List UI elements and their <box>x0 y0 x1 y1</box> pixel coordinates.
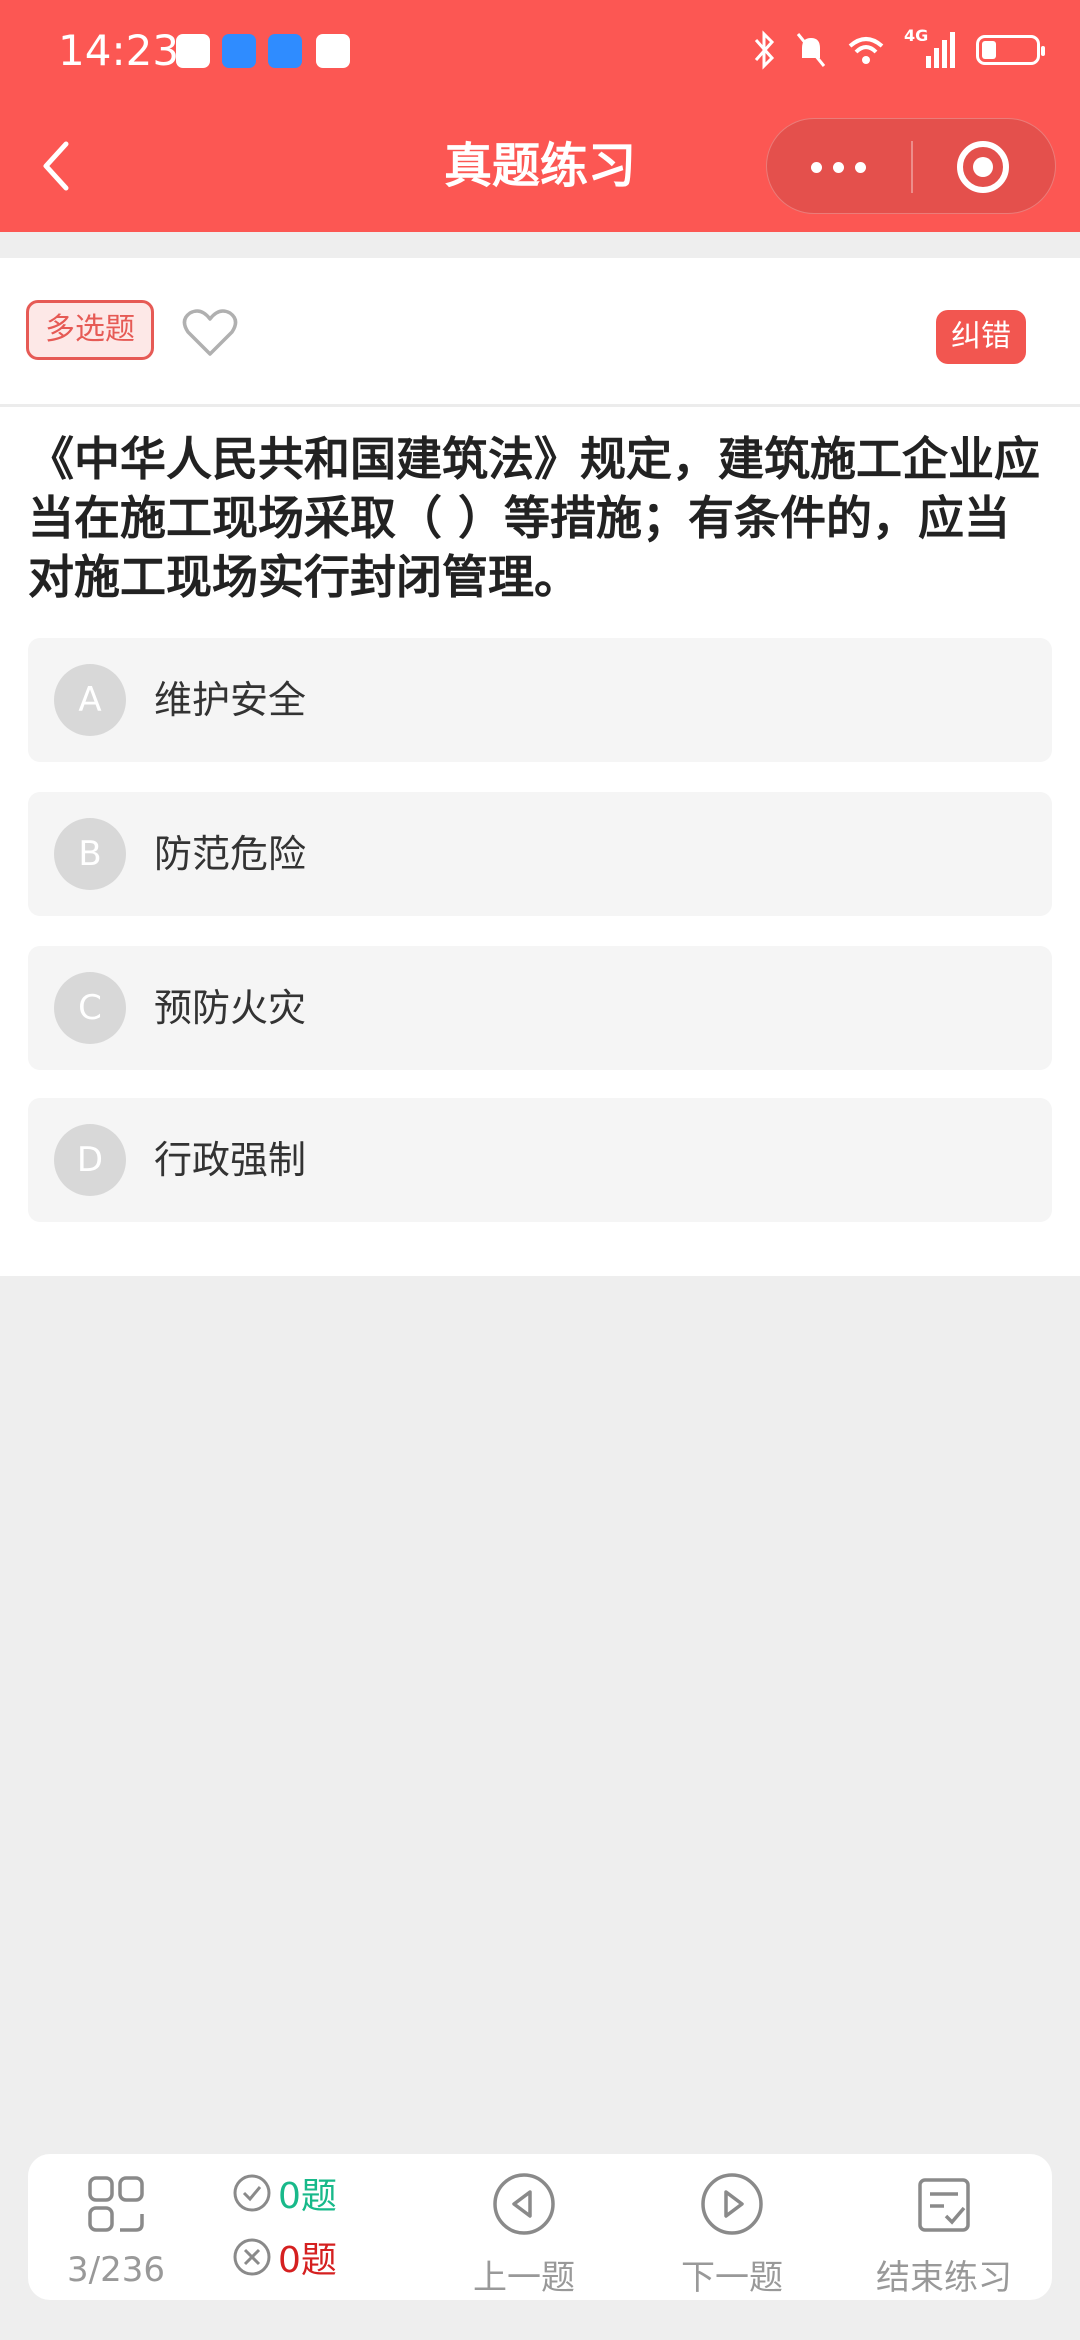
question-type-tag: 多选题 <box>26 300 154 360</box>
option-a[interactable]: A 维护安全 <box>28 638 1052 762</box>
end-practice-button[interactable]: 结束练习 <box>844 2154 1044 2300</box>
music-app-icon <box>316 34 350 68</box>
mini-program-capsule <box>766 118 1056 214</box>
close-mini-program-button[interactable] <box>913 119 1057 215</box>
grid-icon <box>88 2176 144 2232</box>
prev-label: 上一题 <box>473 2258 575 2298</box>
status-bar: 14:23 4G <box>0 0 1080 100</box>
cloud-app-icon <box>268 34 302 68</box>
cloud-app-icon <box>222 34 256 68</box>
status-time: 14:23 <box>58 26 180 75</box>
signal-icon: 4G <box>904 26 958 70</box>
divider <box>0 404 1080 407</box>
prev-triangle-icon <box>493 2173 555 2235</box>
notification-app-icon <box>176 34 210 68</box>
next-triangle-icon <box>701 2173 763 2235</box>
battery-icon <box>976 35 1045 65</box>
wrong-count: 0题 <box>278 2240 337 2281</box>
next-question-button[interactable]: 下一题 <box>632 2154 832 2300</box>
option-b[interactable]: B 防范危险 <box>28 792 1052 916</box>
x-circle-icon <box>233 2238 271 2276</box>
correct-count: 0题 <box>278 2176 337 2217</box>
correct-counter: 0题 <box>232 2166 337 2220</box>
system-icons: 4G <box>752 26 1045 72</box>
heart-icon <box>182 309 238 356</box>
finish-list-icon <box>918 2178 970 2232</box>
report-error-button[interactable]: 纠错 <box>936 310 1026 364</box>
option-d[interactable]: D 行政强制 <box>28 1098 1052 1222</box>
bottom-toolbar: 3/236 0题 0题 上一题 下一题 结束练习 <box>28 2154 1052 2300</box>
target-close-icon <box>957 141 1009 193</box>
option-c[interactable]: C 预防火灾 <box>28 946 1052 1070</box>
prev-question-button[interactable]: 上一题 <box>424 2154 624 2300</box>
question-text: 《中华人民共和国建筑法》规定，建筑施工企业应当在施工现场采取（ ）等措施；有条件… <box>28 432 1040 604</box>
more-button[interactable] <box>767 119 911 215</box>
option-letter: B <box>54 818 126 890</box>
more-dots-icon <box>811 162 822 173</box>
next-label: 下一题 <box>681 2258 783 2298</box>
option-letter: C <box>54 972 126 1044</box>
question-list-button[interactable]: 3/236 <box>28 2154 204 2300</box>
progress-label: 3/236 <box>67 2250 165 2290</box>
option-text: 防范危险 <box>154 832 307 876</box>
end-label: 结束练习 <box>876 2258 1012 2298</box>
check-circle-icon <box>233 2174 271 2212</box>
favorite-button[interactable] <box>182 308 238 358</box>
mute-bell-icon <box>796 33 826 67</box>
option-text: 维护安全 <box>154 678 307 722</box>
option-letter: A <box>54 664 126 736</box>
score-counters: 0题 0题 <box>204 2154 404 2300</box>
question-card: 多选题 纠错 《中华人民共和国建筑法》规定，建筑施工企业应当在施工现场采取（ ）… <box>0 258 1080 1276</box>
wifi-icon <box>848 37 884 64</box>
wrong-counter: 0题 <box>232 2230 337 2284</box>
option-text: 行政强制 <box>154 1138 307 1182</box>
option-text: 预防火灾 <box>154 986 307 1030</box>
bluetooth-icon <box>754 30 775 70</box>
option-letter: D <box>54 1124 126 1196</box>
header: 14:23 4G 真题练习 <box>0 0 1080 232</box>
